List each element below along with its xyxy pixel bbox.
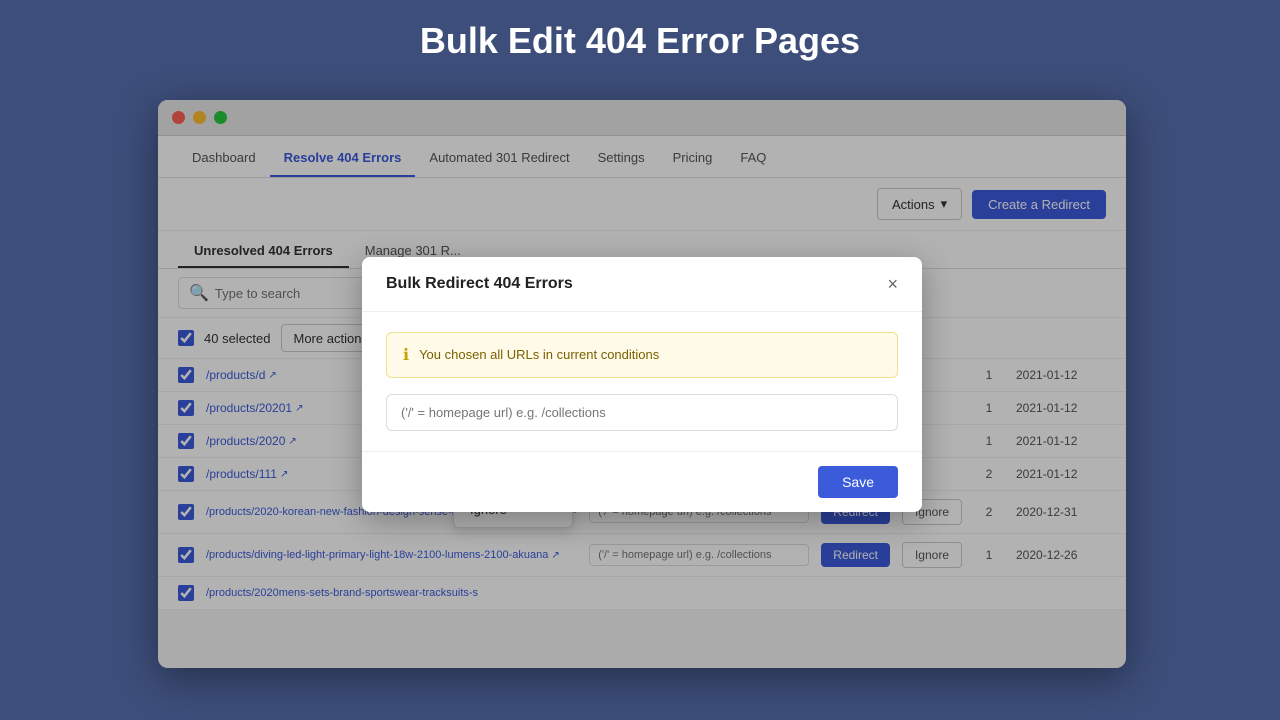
modal-redirect-input[interactable] [386,394,898,431]
modal-save-button[interactable]: Save [818,466,898,498]
modal-footer: Save [362,451,922,512]
modal-overlay: Bulk Redirect 404 Errors × ℹ You chosen … [158,100,1126,668]
modal-close-button[interactable]: × [887,275,898,293]
modal-notice: ℹ You chosen all URLs in current conditi… [386,332,898,378]
modal-header: Bulk Redirect 404 Errors × [362,257,922,312]
modal: Bulk Redirect 404 Errors × ℹ You chosen … [362,257,922,512]
modal-body: ℹ You chosen all URLs in current conditi… [362,312,922,451]
info-icon: ℹ [403,345,409,365]
notice-text: You chosen all URLs in current condition… [419,347,659,362]
modal-title: Bulk Redirect 404 Errors [386,275,573,293]
page-title: Bulk Edit 404 Error Pages [0,0,1280,62]
browser-window: Dashboard Resolve 404 Errors Automated 3… [158,100,1126,668]
